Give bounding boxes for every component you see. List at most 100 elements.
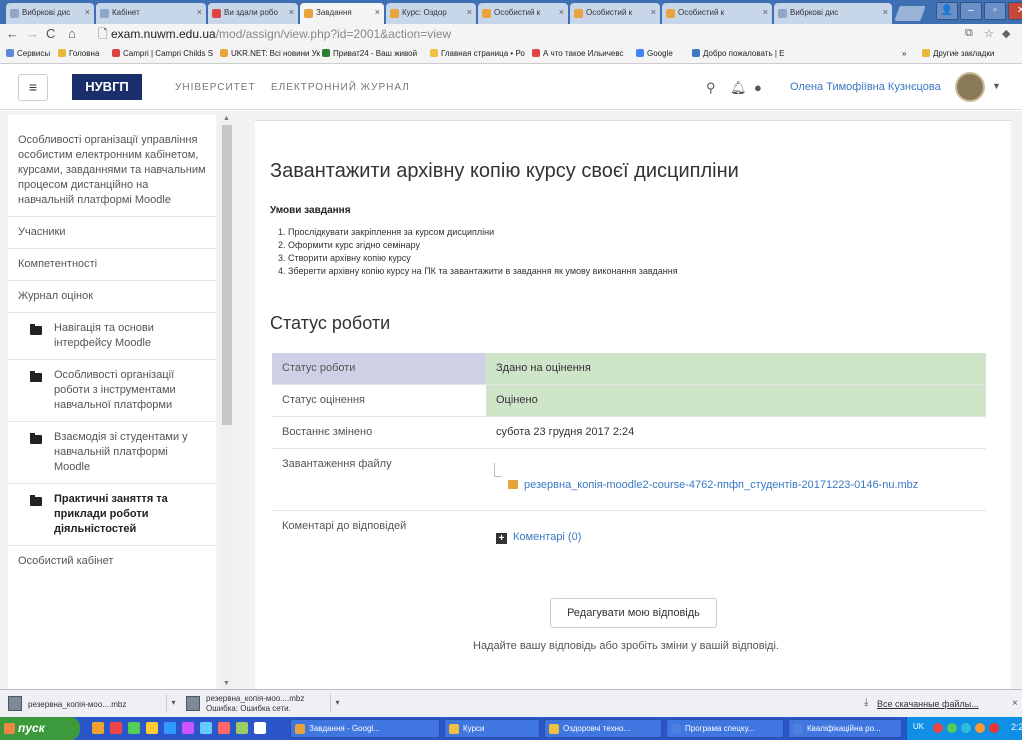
tray-icon[interactable]	[961, 723, 971, 733]
show-all-downloads-link[interactable]: Все скачанные файлы...	[877, 699, 979, 709]
sidebar-item-section[interactable]: Навігація та основи інтерфейсу Moodle	[8, 313, 216, 360]
sidebar-item-competencies[interactable]: Компетентності	[8, 249, 216, 281]
home-icon[interactable]: ⌂	[68, 26, 76, 42]
message-icon[interactable]: ●	[754, 80, 762, 95]
site-logo[interactable]: НУВГП	[72, 74, 142, 100]
browser-tab[interactable]: Вибркові дис ×	[6, 3, 94, 24]
tray-icon[interactable]	[947, 723, 957, 733]
forward-icon[interactable]: →	[26, 26, 39, 42]
sidebar-item-section[interactable]: Взаємодія зі студентами у навчальній пла…	[8, 422, 216, 484]
apps-icon	[6, 49, 14, 57]
close-icon[interactable]: ×	[375, 7, 380, 17]
drawer-scrollbar[interactable]: ▲ ▼	[220, 115, 234, 689]
sidebar-item-course[interactable]: Особливості організації управління особи…	[8, 115, 216, 217]
close-icon[interactable]: ×	[1012, 698, 1018, 709]
browser-tab[interactable]: Кабінет ×	[96, 3, 206, 24]
tray-icon[interactable]	[989, 723, 999, 733]
translate-icon[interactable]: ⧉	[965, 27, 973, 40]
browser-tab[interactable]: Вибркові дис ×	[774, 3, 892, 24]
close-icon[interactable]: ×	[559, 7, 564, 17]
bookmark-item[interactable]: Головна	[58, 49, 99, 58]
maximize-button[interactable]: ▫	[984, 2, 1006, 20]
bookmark-item[interactable]: А что такое Ильичевс	[532, 49, 624, 58]
quicklaunch-icon[interactable]	[218, 722, 230, 734]
quicklaunch-icon[interactable]	[110, 722, 122, 734]
tray-icon[interactable]	[933, 723, 943, 733]
scrollbar-thumb[interactable]	[222, 125, 232, 425]
quicklaunch-icon[interactable]	[254, 722, 266, 734]
more-bookmarks-button[interactable]: »	[902, 49, 906, 58]
quicklaunch-icon[interactable]	[164, 722, 176, 734]
quicklaunch-icon[interactable]	[200, 722, 212, 734]
start-button[interactable]: пуск	[0, 717, 80, 740]
browser-tab[interactable]: Курс: Оздор ×	[386, 3, 476, 24]
quicklaunch-icon[interactable]	[182, 722, 194, 734]
sidebar-item-dashboard[interactable]: Особистий кабінет	[8, 546, 216, 577]
chevron-down-icon[interactable]: ▼	[992, 81, 1001, 91]
quicklaunch-icon[interactable]	[92, 722, 104, 734]
close-icon[interactable]: ×	[651, 7, 656, 17]
browser-tab[interactable]: Ви здали робо ×	[208, 3, 298, 24]
other-bookmarks[interactable]: Другие закладки	[922, 49, 994, 58]
taskbar-item[interactable]: Курси	[444, 719, 540, 738]
journal-label[interactable]: ЕЛЕКТРОННИЙ ЖУРНАЛ	[271, 82, 410, 93]
browser-tab[interactable]: Особистий к ×	[662, 3, 772, 24]
close-icon[interactable]: ×	[763, 7, 768, 17]
list-item: 4. Зберегти архівну копію курсу на ПК та…	[278, 266, 678, 276]
taskbar-item[interactable]: Програма спецку...	[666, 719, 784, 738]
browser-tab[interactable]: Особистий к ×	[478, 3, 568, 24]
browser-tab[interactable]: Особистий к ×	[570, 3, 660, 24]
taskbar-item[interactable]: Кваліфікаційна ро...	[788, 719, 902, 738]
bookmark-item[interactable]: Главная страница • Ро	[430, 49, 525, 58]
bookmark-item[interactable]: Добро пожаловать | E	[692, 49, 784, 58]
quicklaunch-icon[interactable]	[236, 722, 248, 734]
chevron-down-icon[interactable]: ▾	[330, 694, 344, 712]
close-icon[interactable]: ×	[289, 7, 294, 17]
browser-tab-active[interactable]: Завдання ×	[300, 3, 384, 24]
taskbar-item[interactable]: Завдання - Googl...	[290, 719, 440, 738]
quicklaunch-icon[interactable]	[146, 722, 158, 734]
sidebar-item-section-active[interactable]: Практичні заняття та приклади роботи дія…	[8, 484, 216, 546]
bookmark-item[interactable]: UKR.NET: Всі новини Ук	[220, 49, 320, 58]
close-icon[interactable]: ×	[467, 7, 472, 17]
url-field[interactable]: 🗋 exam.nuwm.edu.ua/mod/assign/view.php?i…	[98, 26, 960, 42]
user-name[interactable]: Олена Тимофіївна Кузнєцова	[790, 81, 941, 93]
bookmark-item[interactable]: Campri | Campri Childs S	[112, 49, 213, 58]
bookmark-item[interactable]: Приват24 - Ваш живой	[322, 49, 417, 58]
extension-icon[interactable]: ◆	[1002, 27, 1010, 40]
close-icon[interactable]: ×	[197, 7, 202, 17]
bookmark-item[interactable]: Google	[636, 49, 673, 58]
minimize-button[interactable]: –	[960, 2, 982, 20]
scroll-down-icon[interactable]: ▼	[223, 680, 230, 687]
taskbar-item[interactable]: Оздоровчі техно...	[544, 719, 662, 738]
avatar[interactable]	[955, 72, 985, 102]
menu-toggle-button[interactable]: ≡	[18, 74, 48, 101]
bell-icon[interactable]: 🔔︎	[730, 80, 747, 96]
close-icon[interactable]: ×	[883, 7, 888, 17]
tray-icon[interactable]	[975, 723, 985, 733]
browser-tab-strip: Вибркові дис × Кабінет × Ви здали робо × За…	[0, 0, 1022, 24]
sidebar-item-grades[interactable]: Журнал оцінок	[8, 281, 216, 313]
quicklaunch-icon[interactable]	[128, 722, 140, 734]
comments-link[interactable]: + Коментарі (0)	[496, 531, 581, 544]
user-profile-button[interactable]: 👤	[936, 2, 958, 20]
reload-icon[interactable]: C	[46, 26, 55, 42]
new-tab-button[interactable]	[894, 6, 926, 21]
sidebar-item-participants[interactable]: Учасники	[8, 217, 216, 249]
back-icon[interactable]: ←	[6, 26, 19, 42]
edit-submission-button[interactable]: Редагувати мою відповідь	[550, 598, 717, 628]
language-indicator[interactable]: UK	[913, 722, 924, 731]
window-close-button[interactable]: ✕	[1008, 2, 1022, 20]
chevron-down-icon[interactable]: ▾	[166, 694, 180, 712]
scroll-up-icon[interactable]: ▲	[223, 115, 230, 122]
sidebar-item-section[interactable]: Особливості організації роботи з інструм…	[8, 360, 216, 422]
tab-favicon-icon	[100, 9, 109, 18]
download-item[interactable]: резервна_копія-моо....mbz	[8, 694, 168, 714]
moodle-icon	[390, 9, 399, 18]
close-icon[interactable]: ×	[85, 7, 90, 17]
bookmark-item[interactable]: Сервисы	[6, 49, 50, 58]
search-icon[interactable]: ⚲	[706, 80, 716, 96]
download-item-failed[interactable]: резервна_копія-моо....mbz Ошибка: Ошибка…	[186, 694, 336, 714]
star-icon[interactable]: ☆	[984, 27, 994, 40]
submitted-file-link[interactable]: резервна_копія-moodle2-course-4762-ппфп_…	[494, 463, 918, 491]
